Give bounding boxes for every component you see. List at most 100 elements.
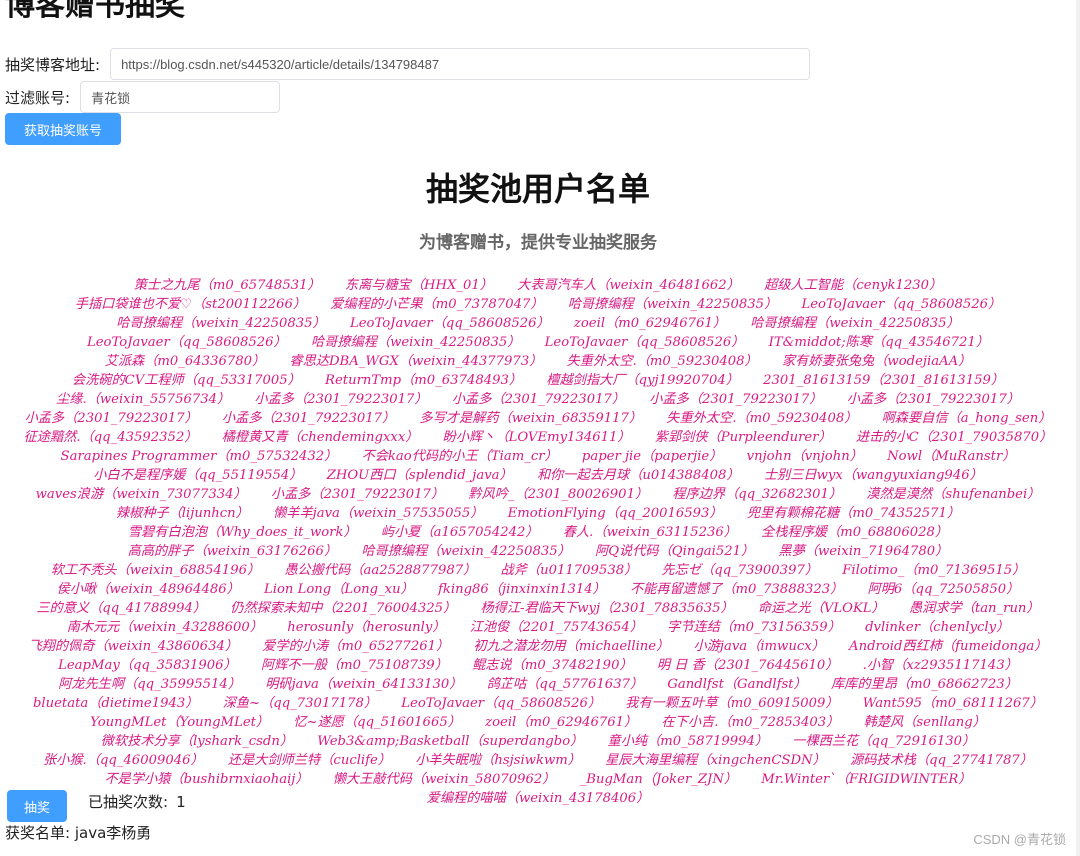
pool-user: LeoToJavaer（qq_58608526） (349, 316, 550, 331)
pool-user: 小孟多（2301_79223017） (24, 411, 198, 426)
pool-user: 还是大剑师兰特（cuclife） (227, 753, 392, 768)
pool-user: 在下小吉.（m0_72853403） (661, 715, 840, 730)
pool-user: 进击的小C（2301_79035870） (855, 430, 1053, 445)
pool-user: .小智（xz2935117143） (862, 658, 1018, 673)
pool-user: 杨得江-君临天下wyj（2301_78835635） (480, 601, 734, 616)
pool-user: 哈哥撩编程（weixin_42250835） (361, 544, 571, 559)
pool-user: LeapMay（qq_35831906） (58, 658, 237, 673)
pool-user: 多写才是解药（weixin_68359117） (419, 411, 643, 426)
pool-user: zoeil（m0_62946761） (573, 316, 727, 331)
pool-user: 啊森要自信（a_hong_sen） (881, 411, 1052, 426)
pool-user: 阿龙先生啊（qq_35995514） (58, 677, 242, 692)
pool-user: 韩楚风（senllang） (863, 715, 986, 730)
pool-user: 士别三日wyx（wangyuxiang946） (763, 468, 983, 483)
pool-user: 微软技术分享（lyshark_csdn） (100, 734, 294, 749)
pool-user: 高高的胖子（weixin_63176266） (127, 544, 338, 559)
winner-value: java李杨勇 (74, 824, 152, 842)
pool-user: 明矾java（weixin_64133130） (265, 677, 463, 692)
pool-user: 不会kao代码的小王（Tiam_cr） (361, 449, 558, 464)
draw-button[interactable]: 抽奖 (7, 790, 67, 822)
pool-user: 仍然探索未知中（2201_76004325） (230, 601, 457, 616)
pool-user: 哈哥撩编程（weixin_42250835） (750, 316, 960, 331)
pool-user: 小孟多（2301_79223017） (221, 411, 396, 426)
pool-user: 阿明6（qq_72505850） (867, 582, 1020, 597)
pool-user: Lion Long（Long_xu） (264, 582, 414, 597)
pool-user: 鸽芷咕（qq_57761637） (486, 677, 644, 692)
pool-user: 深鱼~（qq_73017178） (222, 696, 378, 711)
blog-url-input[interactable] (110, 48, 811, 80)
pool-user: 尘缘.（weixin_55756734） (56, 392, 231, 407)
pool-user: 爱学的小涛（m0_65277261） (262, 639, 450, 654)
pool-user: fking86（jinxinxin1314） (437, 582, 606, 597)
pool-user: 软工不秃头（weixin_68854196） (50, 563, 261, 578)
draw-count-label: 已抽奖次数: (88, 793, 169, 811)
pool-user: 失重外太空.（m0_59230408） (666, 411, 858, 426)
filter-label: 过滤账号: (5, 88, 71, 107)
pool-user: Mr.Winter`（FRIGIDWINTER） (761, 772, 972, 787)
blog-url-label: 抽奖博客地址: (5, 55, 101, 74)
pool-user: 兜里有颗棉花糖（m0_74352571） (746, 506, 961, 521)
pool-user: 小羊失眠啦（hsjsiwkwm） (415, 753, 581, 768)
pool-user: 小孟多（2301_79223017） (649, 392, 823, 407)
pool-user: 东离与糖宝（HHX_01） (344, 278, 493, 293)
pool-user: Web3&amp;Basketball（superdangbo） (317, 734, 584, 749)
pool-user: vnjohn（vnjohn） (746, 449, 863, 464)
pool-user: 战斧（u011709538） (500, 563, 638, 578)
pool-user: 星辰大海里编程（xingchenCSDN） (605, 753, 826, 768)
pool-user: 懒大王敲代码（weixin_58070962） (332, 772, 556, 787)
pool-user: ReturnTmp（m0_63748493） (325, 373, 523, 388)
pool-user: 哈哥撩编程（weixin_42250835） (116, 316, 326, 331)
pool-user: 小孟多（2301_79223017） (270, 487, 445, 502)
pool-user: 盼小辉丶（LOVEmy134611） (442, 430, 631, 445)
pool-user: Filotimo_（m0_71369515） (842, 563, 1026, 578)
pool-user: 阿Q说代码（Qingai521） (595, 544, 755, 559)
pool-user: 鲲志说（m0_37482190） (472, 658, 633, 673)
pool-user: 先忘ゼ（qq_73900397） (661, 563, 819, 578)
pool-user: 愚润求学（tan_run） (908, 601, 1040, 616)
user-pool-list: 策士之九尾（m0_65748531） 东离与糖宝（HHX_01） 大表哥汽车人（… (4, 276, 1072, 808)
pool-user: 黔风吟_（2301_80026901） (468, 487, 649, 502)
pool-user: 和你一起去月球（u014388408） (536, 468, 740, 483)
pool-user: _BugMan（Joker_ZJN） (579, 772, 738, 787)
pool-user: 紫郢剑侠（Purpleendurer） (654, 430, 832, 445)
pool-user: 南木元元（weixin_43288600） (66, 620, 263, 635)
pool-user: 爱编程的喵喵（weixin_43178406） (426, 791, 650, 806)
pool-user: 失重外太空.（m0_59230408） (566, 354, 758, 369)
pool-user: 大表哥汽车人（weixin_46481662） (517, 278, 740, 293)
pool-user: 睿思达DBA_WGX（weixin_44377973） (289, 354, 543, 369)
page-title: 博客赠书抽奖 (5, 0, 185, 23)
pool-user: Gandlfst（Gandlfst） (667, 677, 807, 692)
pool-user: ZHOU西口（splendid_java） (326, 468, 513, 483)
pool-user: 全栈程序媛（m0_68806028） (761, 525, 949, 540)
pool-user: EmotionFlying（qq_20016593） (507, 506, 723, 521)
filter-input[interactable] (80, 81, 281, 113)
pool-user: 漠然是漠然（shufenanbei） (866, 487, 1041, 502)
pool-user: 明 日 香（2301_76445610） (656, 658, 839, 673)
pool-user: 2301_81613159（2301_81613159） (763, 373, 1005, 388)
scrollbar[interactable] (1076, 0, 1080, 856)
pool-user: 不是学小猿（bushibrnxiaohaij） (104, 772, 309, 787)
pool-user: Sarapines Programmer（m0_57532432） (60, 449, 338, 464)
pool-user: 屿小夏（a1657054242） (380, 525, 539, 540)
pool-user: LeoToJavaer（qq_58608526） (86, 335, 287, 350)
fetch-accounts-button[interactable]: 获取抽奖账号 (5, 113, 121, 145)
pool-user: 艾派森（m0_64336780） (104, 354, 266, 369)
pool-user: 春人.（weixin_63115236） (562, 525, 737, 540)
pool-user: 童小纯（m0_58719994） (607, 734, 769, 749)
draw-count: 已抽奖次数: 1 (88, 791, 194, 812)
pool-user: 哈哥撩编程（weixin_42250835） (567, 297, 778, 312)
pool-title: 抽奖池用户名单 (425, 170, 650, 208)
pool-user: 忆~遂愿（qq_51601665） (293, 715, 461, 730)
pool-user: 懒羊羊java（weixin_57535055） (273, 506, 484, 521)
pool-user: 手插口袋谁也不爱♡（st200112266） (74, 297, 307, 312)
pool-user: Android西红柿（fumeidonga） (849, 639, 1048, 654)
pool-user: LeoToJavaer（qq_58608526） (401, 696, 602, 711)
pool-user: 一棵西兰花（qq_72916130） (792, 734, 976, 749)
pool-user: 小孟多（2301_79223017） (254, 392, 428, 407)
pool-user: YoungMLet（YoungMLet） (90, 715, 270, 730)
pool-user: 黑夢（weixin_71964780） (778, 544, 949, 559)
pool-user: 愚公搬代码（aa2528877987） (284, 563, 477, 578)
pool-user: Nowl（MuRanstr） (887, 449, 1016, 464)
pool-user: 阿辉不一般（m0_75108739） (260, 658, 448, 673)
pool-user: waves浪游（weixin_73077334） (35, 487, 247, 502)
